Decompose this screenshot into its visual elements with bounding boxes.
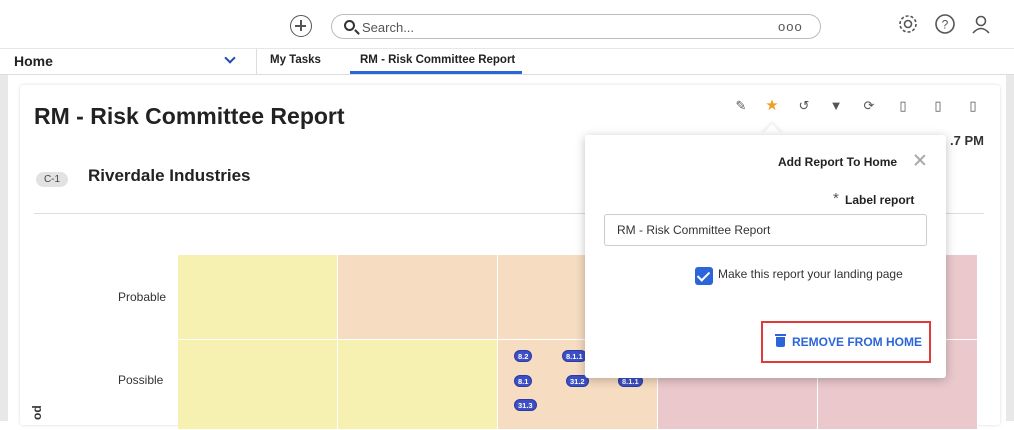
word-icon[interactable]: ▯ <box>929 97 947 115</box>
svg-text:?: ? <box>942 18 949 32</box>
gear-icon[interactable] <box>896 13 920 37</box>
heatmap-cell <box>178 340 338 430</box>
top-bar: ooo ? <box>0 0 1014 49</box>
search-box[interactable]: ooo <box>331 14 821 39</box>
history-icon[interactable]: ↺ <box>795 97 813 115</box>
excel-icon[interactable]: ▯ <box>964 97 982 115</box>
help-icon[interactable]: ? <box>933 13 957 37</box>
home-label: Home <box>14 53 53 69</box>
heatmap-cell <box>338 255 498 340</box>
star-icon[interactable]: ★ <box>763 97 781 115</box>
entity-name: Riverdale Industries <box>88 166 251 185</box>
y-axis-label: od <box>30 405 44 420</box>
row-label-possible: Possible <box>118 373 164 387</box>
search-input[interactable] <box>362 18 742 36</box>
heatmap-cell <box>338 340 498 430</box>
risk-pill[interactable]: 8.1.1 <box>562 350 587 362</box>
add-icon[interactable] <box>290 15 312 37</box>
active-tab-indicator <box>350 71 522 74</box>
left-gutter <box>0 75 8 421</box>
risk-pill[interactable]: 8.2 <box>514 350 533 362</box>
user-icon[interactable] <box>969 13 993 37</box>
heatmap-cell <box>178 255 338 340</box>
close-icon[interactable] <box>913 153 927 167</box>
landing-page-checkbox-label[interactable]: Make this report your landing page <box>718 267 903 281</box>
more-options-icon[interactable]: ooo <box>778 19 803 34</box>
search-icon <box>344 20 355 31</box>
tab-my-tasks[interactable]: My Tasks <box>270 54 321 66</box>
filter-icon[interactable]: ▼ <box>827 97 845 115</box>
refresh-icon[interactable]: ⟳ <box>860 97 878 115</box>
scrollbar[interactable] <box>1006 75 1014 421</box>
risk-pill[interactable]: 31.3 <box>514 399 537 411</box>
remove-from-home-label: REMOVE FROM HOME <box>792 335 923 349</box>
row-label-probable: Probable <box>118 290 167 304</box>
trash-icon <box>775 334 786 347</box>
chevron-down-icon <box>224 52 236 64</box>
home-dropdown[interactable]: Home <box>0 49 257 75</box>
required-marker: * <box>833 190 839 207</box>
add-report-popover: Add Report To Home * Label report Make t… <box>585 135 946 378</box>
remove-from-home-button[interactable]: REMOVE FROM HOME <box>761 321 931 363</box>
tabs-bar: Home My Tasks RM - Risk Committee Report <box>0 49 1014 75</box>
landing-page-checkbox[interactable] <box>695 267 713 285</box>
popover-title: Add Report To Home <box>778 155 898 169</box>
label-report-input[interactable] <box>604 214 927 246</box>
entity-badge: C-1 <box>36 172 68 187</box>
tab-risk-committee-report[interactable]: RM - Risk Committee Report <box>360 54 515 66</box>
report-timestamp: .7 PM <box>950 133 984 148</box>
page-title: RM - Risk Committee Report <box>34 103 345 129</box>
pdf-icon[interactable]: ▯ <box>894 97 912 115</box>
risk-pill[interactable]: 8.1 <box>514 375 533 387</box>
pencil-icon[interactable]: ✎ <box>732 97 750 115</box>
label-report-field-label: Label report <box>845 193 915 207</box>
